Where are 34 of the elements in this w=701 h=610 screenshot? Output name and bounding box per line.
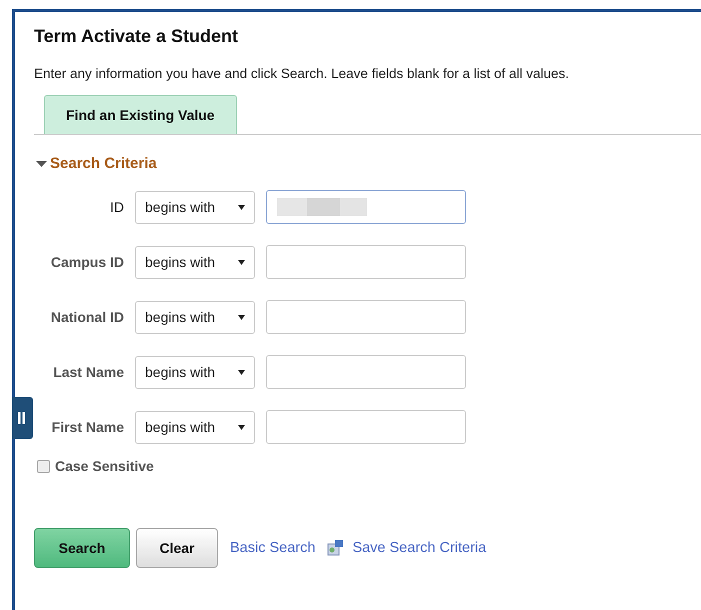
dropdown-arrow-icon	[238, 204, 245, 210]
field-label: First Name	[50, 419, 124, 435]
dropdown-arrow-icon	[238, 260, 245, 264]
side-panel-handle[interactable]	[12, 397, 33, 439]
instructions-text: Enter any information you have and click Search. Leave fields blank for a list of all values.	[34, 66, 570, 81]
pause-bars-icon	[18, 412, 25, 424]
dropdown-arrow-icon	[238, 314, 245, 320]
field-label: Last Name	[52, 364, 124, 380]
checkbox[interactable]	[37, 460, 50, 472]
section-toggle[interactable]: Search Criteria	[36, 155, 157, 172]
operator-dropdown[interactable]: begins with	[135, 410, 255, 444]
page-title: Term Activate a Student	[34, 26, 240, 47]
field-label: Campus ID	[50, 254, 124, 270]
field-label: ID	[109, 199, 124, 215]
input-field[interactable]	[266, 300, 466, 334]
link[interactable]: Save Search Criteria	[327, 540, 486, 556]
field-label: National ID	[50, 309, 124, 325]
dropdown-arrow-icon	[238, 424, 245, 430]
operator-dropdown[interactable]: begins with	[135, 300, 255, 334]
input-field[interactable]	[266, 190, 466, 224]
search-button[interactable]: Search	[34, 528, 130, 568]
input-field[interactable]	[266, 410, 466, 444]
tab[interactable]: Find an Existing Value	[44, 95, 237, 134]
caret-icon	[36, 160, 47, 168]
input-field[interactable]	[266, 245, 466, 279]
operator-dropdown[interactable]: begins with	[135, 356, 255, 388]
operator-dropdown[interactable]: begins with	[135, 246, 255, 278]
operator-dropdown[interactable]: begins with	[135, 190, 255, 224]
input-field[interactable]	[266, 355, 466, 389]
clear-button[interactable]: Clear	[136, 528, 218, 568]
link[interactable]: Basic Search	[230, 540, 316, 556]
save-search-icon	[327, 540, 344, 556]
dropdown-arrow-icon	[238, 370, 245, 374]
checkbox-label: Case Sensitive	[55, 458, 154, 474]
